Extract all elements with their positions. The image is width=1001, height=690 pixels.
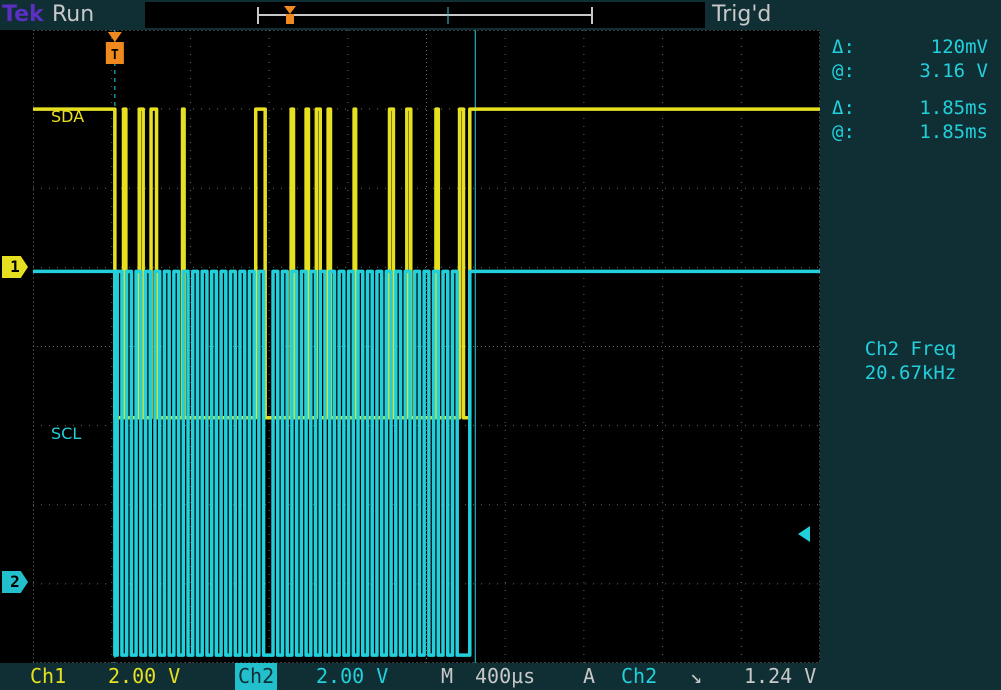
record-view-graphic (257, 6, 593, 24)
frequency-label: Ch2 Freq (864, 338, 957, 360)
trigger-level[interactable]: 1.24 V (744, 663, 816, 690)
delta-label: Δ: (832, 97, 855, 119)
cursor2-at-value: 1.85ms (919, 121, 988, 143)
ch2-ground-marker[interactable]: 2 (2, 571, 28, 593)
ch1-ground-marker[interactable]: 1 (2, 256, 28, 278)
waveform-display: T SDA SCL (33, 30, 820, 663)
top-status-bar: Tek Run Trig'd (0, 0, 1001, 30)
waveform-graph: T SDA SCL (33, 30, 820, 663)
trigger-state: Trig'd (712, 2, 772, 27)
cursor1-at-value: 3.16 V (919, 60, 988, 82)
trigger-position-icon: T (105, 32, 124, 64)
ch2-scale[interactable]: 2.00 V (316, 663, 388, 690)
trigger-source[interactable]: Ch2 (621, 663, 657, 690)
at-label: @: (832, 60, 855, 82)
cursor1-at: @: 3.16 V (832, 60, 988, 82)
acquisition-state: Run (52, 2, 95, 27)
trigger-mode: A (583, 664, 596, 688)
cursor1-delta: Δ: 120mV (832, 36, 988, 58)
ch1-scale[interactable]: 2.00 V (108, 663, 180, 690)
timebase-label: M (441, 664, 454, 688)
frequency-value: 20.67kHz (864, 362, 957, 384)
ch1-label[interactable]: Ch1 (30, 663, 66, 690)
trigger-level-arrow-icon[interactable] (798, 526, 810, 542)
at-label: @: (832, 121, 855, 143)
cursor1-delta-value: 120mV (930, 36, 988, 58)
record-view-indicator (145, 2, 705, 28)
scl-trace-label: SCL (51, 424, 81, 443)
cursor2-delta-value: 1.85ms (919, 97, 988, 119)
delta-label: Δ: (832, 36, 855, 58)
ch2-label[interactable]: Ch2 (235, 663, 278, 690)
bottom-settings-bar: Ch1 2.00 V Ch2 2.00 V M 400µs A Ch2 ↘ 1.… (0, 663, 1001, 690)
channel-marker-strip: 1 2 (0, 30, 33, 663)
svg-text:T: T (111, 48, 119, 63)
sda-trace-label: SDA (51, 107, 84, 126)
cursor2-delta: Δ: 1.85ms (832, 97, 988, 119)
scl-waveform (33, 269, 820, 657)
falling-edge-icon[interactable]: ↘ (690, 663, 702, 690)
measurement-panel: Δ: 120mV @: 3.16 V Δ: 1.85ms @: 1.85ms Ch2 F… (798, 30, 1001, 663)
brand-logo: Tek (2, 2, 44, 27)
cursor2-at: @: 1.85ms (832, 121, 988, 143)
oscilloscope-screen: Tek Run Trig'd 1 2 T SDA SCL Δ: 120mV @:… (0, 0, 1001, 690)
timebase-value[interactable]: 400µs (475, 663, 535, 690)
